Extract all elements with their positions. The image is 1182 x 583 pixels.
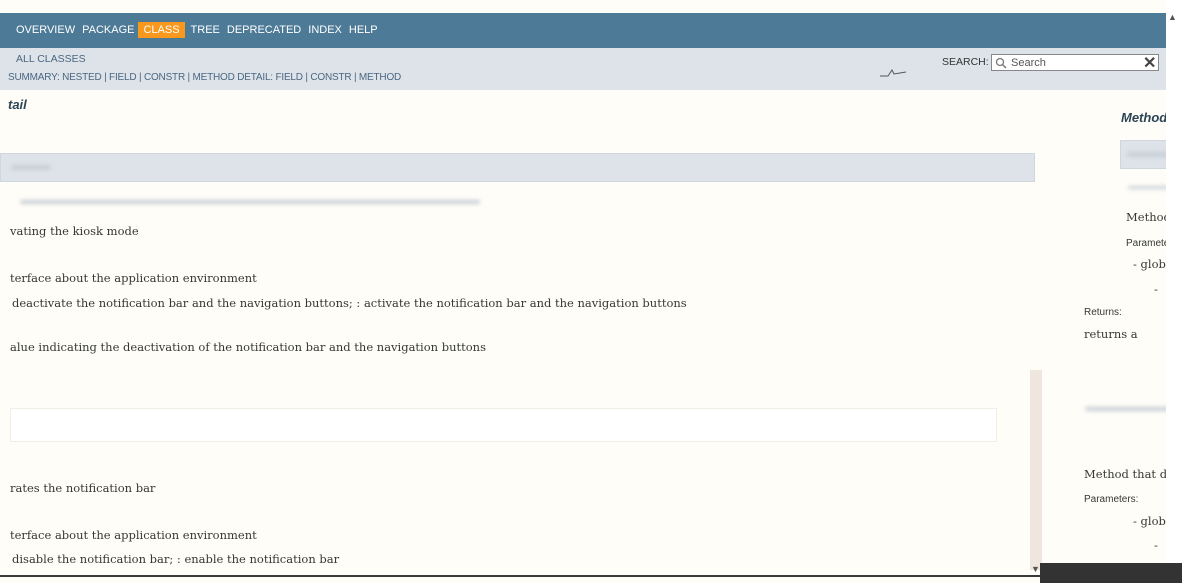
top-navbar: OVERVIEW PACKAGE CLASS TREE DEPRECATED I… [0, 13, 1166, 48]
right-returns-label: Returns: [1084, 307, 1122, 318]
nav-overview[interactable]: OVERVIEW [16, 22, 75, 38]
search-placeholder: Search [1011, 56, 1046, 69]
nav-help[interactable]: HELP [349, 22, 378, 38]
nav-index[interactable]: INDEX [308, 22, 342, 38]
method2-param-description: terface about the application environmen… [10, 528, 257, 542]
param-description: terface about the application environmen… [10, 271, 257, 285]
method2-description: rates the notification bar [10, 481, 156, 495]
right-params-label-2: Parameters: [1084, 494, 1139, 505]
right-returns-text: returns a [1084, 327, 1138, 341]
scroll-down-icon[interactable]: ▼ [1031, 564, 1040, 574]
returns-description: alue indicating the deactivation of the … [10, 340, 486, 354]
section-heading: tail [8, 97, 27, 112]
nav-class[interactable]: CLASS [138, 22, 185, 38]
search-label: SEARCH: [942, 56, 989, 68]
bottom-divider [0, 575, 1040, 577]
nav-tree[interactable]: TREE [191, 22, 220, 38]
taskbar-strip [1040, 563, 1182, 583]
right-dash: - [1154, 282, 1158, 296]
blurred-signature [20, 200, 480, 204]
scroll-up-icon[interactable]: ▲ [1168, 12, 1177, 22]
param-values: deactivate the notification bar and the … [12, 296, 687, 310]
method-header-bar [0, 153, 1035, 182]
right-dash-2: - [1154, 538, 1158, 552]
nav-package[interactable]: PACKAGE [82, 22, 134, 38]
nav-list: OVERVIEW PACKAGE CLASS TREE DEPRECATED I… [16, 22, 385, 38]
nav-deprecated[interactable]: DEPRECATED [227, 22, 301, 38]
search-icon [995, 57, 1007, 69]
search-input[interactable]: Search [991, 54, 1159, 71]
blurred-method-name [11, 165, 51, 170]
method-block [10, 408, 997, 442]
scrollbar[interactable] [1166, 0, 1182, 583]
scroll-overlay [1030, 370, 1042, 570]
cursor-icon [880, 69, 907, 77]
summary-detail-links[interactable]: SUMMARY: NESTED | FIELD | CONSTR | METHO… [8, 72, 478, 83]
close-icon[interactable]: ✕ [1143, 53, 1156, 73]
method-description: vating the kiosk mode [10, 224, 139, 238]
all-classes-link[interactable]: ALL CLASSES [16, 53, 86, 65]
method2-param-values: disable the notification bar; : enable t… [12, 552, 340, 566]
